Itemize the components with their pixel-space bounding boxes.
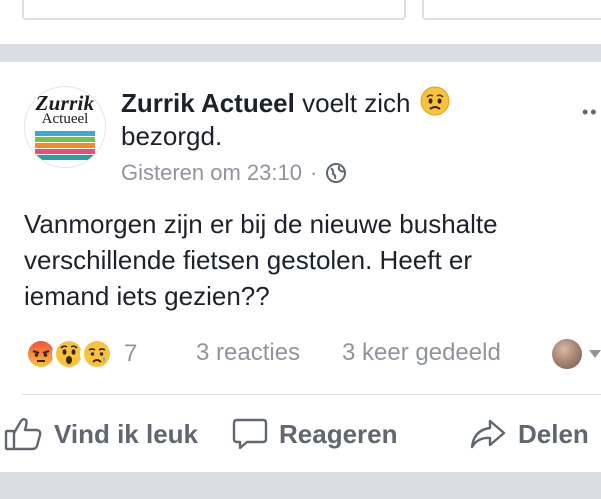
- comment-button[interactable]: Reageren: [231, 414, 398, 454]
- post-body-line: Vanmorgen zijn er bij de nieuwe bushalte: [24, 209, 498, 239]
- meta-separator: ·: [309, 160, 318, 185]
- reaction-summary[interactable]: 7: [24, 337, 138, 371]
- avatar-logo-line2: Actueel: [41, 111, 89, 127]
- worried-face-icon: [420, 86, 450, 123]
- post-timestamp[interactable]: Gisteren om 23:10: [121, 158, 302, 188]
- avatar-stripe: [35, 137, 95, 142]
- avatar-stripe: [35, 155, 95, 160]
- page-avatar[interactable]: Zurrik Actueel: [24, 86, 106, 168]
- page-name-link[interactable]: Zurrik Actueel: [121, 88, 295, 118]
- share-count-link[interactable]: 3 keer gedeeld: [342, 339, 501, 367]
- share-arrow-icon: [468, 416, 508, 452]
- post-header: Zurrik Actueel voelt zich: [121, 86, 450, 123]
- caret-down-icon[interactable]: [589, 350, 601, 358]
- previous-card-left: [22, 0, 406, 20]
- comment-bubble-icon: [231, 416, 269, 452]
- previous-post-bottom: [0, 0, 601, 20]
- avatar-stripe: [35, 149, 95, 154]
- like-button[interactable]: Vind ik leuk: [4, 414, 198, 454]
- post-body-line: verschillende fietsen gestolen. Heeft er: [24, 245, 473, 275]
- globe-icon: [325, 162, 347, 184]
- avatar-stripe: [35, 131, 95, 136]
- sad-reaction-icon: [80, 337, 114, 371]
- feeling-text: voelt zich: [302, 88, 411, 118]
- comment-label: Reageren: [279, 418, 398, 449]
- post-body: Vanmorgen zijn er bij de nieuwe bushalte…: [24, 206, 584, 314]
- previous-card-right: [422, 0, 601, 20]
- share-label: Delen: [518, 418, 589, 449]
- feeling-word: bezorgd.: [121, 121, 223, 151]
- post-body-line: iemand iets gezien??: [24, 281, 270, 311]
- share-button[interactable]: Delen: [468, 414, 589, 454]
- like-label: Vind ik leuk: [54, 418, 199, 449]
- reaction-count: 7: [124, 340, 138, 367]
- thumbs-up-icon: [4, 416, 44, 452]
- post-meta: Gisteren om 23:10 ·: [121, 158, 347, 188]
- viewer-avatar[interactable]: [552, 339, 582, 369]
- more-options-button[interactable]: ••: [582, 102, 599, 123]
- feed-separator-top: [0, 44, 601, 62]
- feed-separator-bottom: [0, 472, 601, 499]
- action-divider: [22, 394, 601, 395]
- comment-count-link[interactable]: 3 reacties: [196, 339, 300, 367]
- avatar-stripe: [35, 143, 95, 148]
